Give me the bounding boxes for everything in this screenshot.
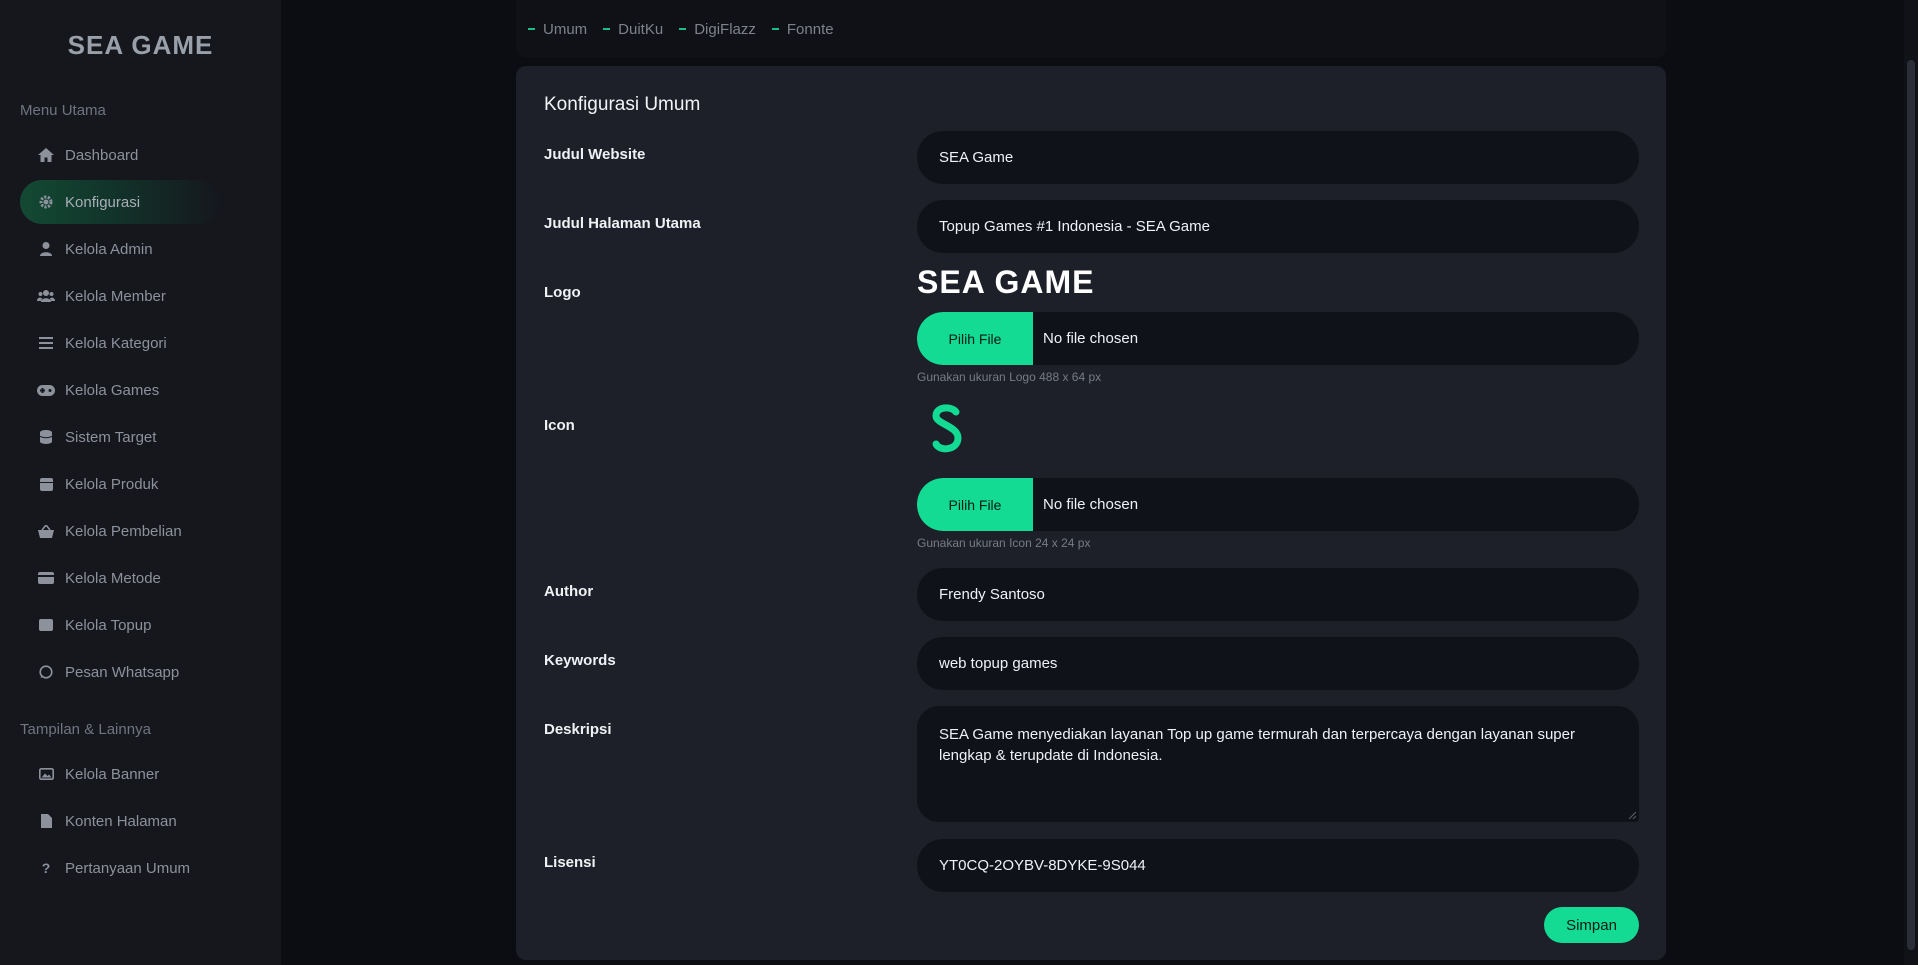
- sidebar-item-kelola-pembelian[interactable]: Kelola Pembelian: [20, 509, 220, 553]
- judul-halaman-label: Judul Halaman Utama: [544, 215, 701, 232]
- logo-choose-file-button[interactable]: Pilih File: [917, 312, 1033, 365]
- tab-duitku[interactable]: DuitKu: [603, 21, 663, 38]
- icon-preview: [930, 404, 964, 456]
- logo-preview: SEA GAME: [917, 264, 1095, 300]
- sidebar-item-label: Kelola Banner: [65, 765, 160, 783]
- section-title-main: Menu Utama: [20, 102, 106, 119]
- sidebar-item-label: Pesan Whatsapp: [65, 663, 180, 681]
- tab-label: Umum: [543, 20, 588, 38]
- page-scrollbar[interactable]: [1904, 0, 1918, 965]
- sidebar-item-label: Kelola Metode: [65, 569, 161, 587]
- deskripsi-label: Deskripsi: [544, 721, 612, 738]
- users-icon: [37, 288, 55, 304]
- brand-logo[interactable]: SEA GAME: [0, 30, 281, 61]
- sidebar-item-dashboard[interactable]: Dashboard: [20, 133, 220, 177]
- sidebar-item-kelola-metode[interactable]: Kelola Metode: [20, 556, 220, 600]
- config-card: Konfigurasi Umum Judul Website SEA Game …: [516, 66, 1666, 960]
- file-icon: [37, 813, 55, 829]
- home-icon: [37, 147, 55, 163]
- logo-hint: Gunakan ukuran Logo 488 x 64 px: [917, 370, 1102, 384]
- sidebar-item-kelola-kategori[interactable]: Kelola Kategori: [20, 321, 220, 365]
- scrollbar-thumb[interactable]: [1907, 60, 1915, 950]
- keywords-input[interactable]: web topup games: [917, 637, 1639, 690]
- sidebar-item-label: Kelola Produk: [65, 475, 159, 493]
- tab-dash: [679, 28, 687, 30]
- page-title: Konfigurasi Umum: [544, 94, 701, 115]
- sidebar-item-pertanyaan-umum[interactable]: ? Pertanyaan Umum: [20, 846, 220, 890]
- sidebar-item-konten-halaman[interactable]: Konten Halaman: [20, 799, 220, 843]
- icon-hint: Gunakan ukuran Icon 24 x 24 px: [917, 536, 1091, 550]
- resize-handle-icon[interactable]: [1628, 811, 1636, 819]
- sidebar-item-kelola-admin[interactable]: Kelola Admin: [20, 227, 220, 271]
- sidebar-item-label: Konfigurasi: [65, 193, 141, 211]
- s-logo-icon: [932, 404, 962, 453]
- sidebar-item-kelola-games[interactable]: Kelola Games: [20, 368, 220, 412]
- tab-label: DuitKu: [618, 20, 664, 38]
- box-icon: [37, 476, 55, 492]
- sidebar-item-label: Kelola Topup: [65, 616, 152, 634]
- author-label: Author: [544, 583, 594, 600]
- list-icon: [37, 335, 55, 351]
- question-icon: ?: [41, 860, 51, 876]
- tab-umum[interactable]: Umum: [528, 21, 587, 38]
- sidebar-item-label: Dashboard: [65, 146, 139, 164]
- icon-choose-file-button[interactable]: Pilih File: [917, 478, 1033, 531]
- tab-dash: [603, 28, 611, 30]
- logo-label: Logo: [544, 284, 581, 301]
- sidebar-item-label: Kelola Admin: [65, 240, 153, 258]
- sidebar-item-label: Pertanyaan Umum: [65, 859, 191, 877]
- sidebar-item-kelola-topup[interactable]: Kelola Topup: [20, 603, 220, 647]
- sidebar-item-label: Kelola Games: [65, 381, 160, 399]
- judul-halaman-input[interactable]: Topup Games #1 Indonesia - SEA Game: [917, 200, 1639, 253]
- icon-label: Icon: [544, 417, 575, 434]
- wallet-icon: [37, 617, 55, 633]
- config-tabs: Umum DuitKu DigiFlazz Fonnte: [516, 0, 1666, 58]
- database-icon: [37, 429, 55, 445]
- judul-website-label: Judul Website: [544, 146, 646, 163]
- lisensi-input[interactable]: YT0CQ-2OYBV-8DYKE-9S044: [917, 839, 1639, 892]
- tab-label: Fonnte: [786, 20, 834, 38]
- deskripsi-textarea[interactable]: SEA Game menyediakan layanan Top up game…: [917, 706, 1639, 822]
- user-icon: [37, 241, 55, 257]
- gamepad-icon: [37, 382, 55, 398]
- tab-digiflazz[interactable]: DigiFlazz: [679, 21, 756, 38]
- image-icon: [37, 766, 55, 782]
- sidebar-item-label: Sistem Target: [65, 428, 157, 446]
- sidebar-item-label: Konten Halaman: [65, 812, 177, 830]
- tab-label: DigiFlazz: [694, 20, 756, 38]
- tab-dash: [528, 28, 535, 30]
- save-button[interactable]: Simpan: [1544, 907, 1639, 943]
- sidebar-item-kelola-produk[interactable]: Kelola Produk: [20, 462, 220, 506]
- sidebar-item-kelola-banner[interactable]: Kelola Banner: [20, 752, 220, 796]
- gear-icon: [37, 194, 55, 210]
- judul-website-input[interactable]: SEA Game: [917, 131, 1639, 184]
- sidebar-item-pesan-whatsapp[interactable]: Pesan Whatsapp: [20, 650, 220, 694]
- sidebar-item-label: Kelola Member: [65, 287, 166, 305]
- author-input[interactable]: Frendy Santoso: [917, 568, 1639, 621]
- sidebar-item-label: Kelola Kategori: [65, 334, 167, 352]
- sidebar: SEA GAME Menu Utama Dashboard Konfiguras…: [0, 0, 281, 965]
- brand-name: SEA GAME: [67, 30, 214, 60]
- sidebar-item-kelola-member[interactable]: Kelola Member: [20, 274, 220, 318]
- sidebar-item-label: Kelola Pembelian: [65, 522, 182, 540]
- icon-file-input[interactable]: Pilih File No file chosen: [917, 478, 1639, 531]
- basket-icon: [37, 523, 55, 539]
- deskripsi-text: SEA Game menyediakan layanan Top up game…: [939, 726, 1575, 764]
- sidebar-item-sistem-target[interactable]: Sistem Target: [20, 415, 220, 459]
- logo-file-input[interactable]: Pilih File No file chosen: [917, 312, 1639, 365]
- keywords-label: Keywords: [544, 652, 616, 669]
- card-icon: [37, 570, 55, 586]
- sidebar-item-konfigurasi[interactable]: Konfigurasi: [20, 180, 220, 224]
- tab-dash: [771, 28, 779, 30]
- icon-file-status: No file chosen: [1043, 496, 1139, 513]
- tab-fonnte[interactable]: Fonnte: [771, 20, 834, 38]
- section-title-other: Tampilan & Lainnya: [20, 721, 151, 738]
- lisensi-label: Lisensi: [544, 854, 596, 871]
- logo-file-status: No file chosen: [1043, 330, 1139, 347]
- whatsapp-icon: [37, 664, 55, 680]
